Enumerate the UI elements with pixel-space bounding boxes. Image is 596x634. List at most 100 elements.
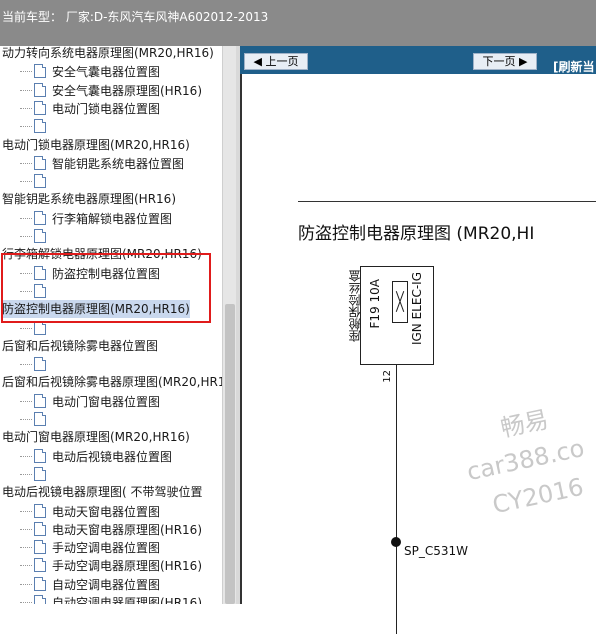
tree-leaf-item[interactable] [20, 227, 52, 245]
document-icon [34, 210, 46, 225]
tree-leaf-item[interactable]: 自动空调电器位置图 [20, 575, 161, 593]
prev-page-label: 上一页 [265, 55, 299, 68]
tree-leaf-item[interactable] [20, 172, 52, 190]
document-icon [34, 595, 46, 604]
tree-item-label: 手动空调电器位置图 [52, 541, 161, 556]
document-tree: 动力转向系统电器原理图(MR20,HR16) 安全气囊电器位置图 安全气囊电器原理图… [0, 46, 222, 604]
prev-arrow-icon: ◀ [253, 55, 266, 68]
tree-scrollbar-thumb[interactable] [225, 304, 235, 604]
fuse-symbol [392, 281, 408, 323]
tree-item-label: 智能钥匙系统电器原理图(HR16) [2, 192, 176, 207]
viewer-toolbar: ◀ 上一页 下一页 ▶ [刷新当 [240, 46, 596, 74]
document-icon [34, 448, 46, 463]
tree-item-label: 行李箱解锁电器位置图 [52, 211, 173, 226]
document-icon [34, 82, 46, 97]
splice-label: SP_C531W [404, 544, 469, 558]
diagram-title: 防盗控制电器原理图 (MR20,HI [298, 224, 535, 244]
refresh-link[interactable]: [刷新当 [553, 58, 595, 75]
tree-item-label: 电动后视镜电器位置图 [52, 449, 173, 464]
document-icon [34, 521, 46, 536]
tree-connector [20, 473, 32, 475]
tree-leaf-item[interactable]: 手动空调电器原理图(HR16) [20, 556, 202, 574]
tree-group-item[interactable]: 智能钥匙系统电器原理图(HR16) [2, 190, 176, 208]
tree-connector [20, 547, 32, 549]
fuse-box-label: 座舱保险丝盒 [348, 270, 362, 342]
document-icon [34, 576, 46, 591]
tree-item-label: 手动空调电器原理图(HR16) [52, 559, 202, 574]
diagram-viewer: ◀ 上一页 下一页 ▶ [刷新当 防盗控制电器原理图 (MR20,HI 座舱保险… [240, 46, 596, 634]
prev-page-button[interactable]: ◀ 上一页 [244, 53, 308, 70]
tree-leaf-item[interactable]: 手动空调电器位置图 [20, 538, 161, 556]
document-icon [34, 174, 46, 189]
tree-connector [20, 602, 32, 603]
tree-leaf-item[interactable]: 电动天窗电器位置图 [20, 502, 160, 520]
watermark-line-3: CY2016 [490, 472, 586, 520]
tree-item-label: 电动门窗电器原理图(MR20,HR16) [2, 430, 190, 445]
document-icon [34, 412, 46, 426]
tree-leaf-item[interactable]: 电动门窗电器位置图 [20, 392, 161, 410]
document-icon [34, 540, 46, 555]
splice-point [391, 537, 401, 547]
tree-leaf-item[interactable] [20, 465, 52, 483]
document-icon [34, 503, 46, 518]
tree-leaf-item[interactable] [20, 410, 52, 428]
tree-leaf-item[interactable]: 电动后视镜电器位置图 [20, 447, 173, 465]
title-divider [298, 201, 596, 202]
next-arrow-icon: ▶ [515, 55, 528, 68]
tree-connector [20, 162, 32, 164]
tree-connector [20, 181, 32, 183]
tree-leaf-item[interactable]: 电动天窗电器原理图(HR16) [20, 520, 202, 538]
next-page-label: 下一页 [482, 55, 516, 68]
tree-leaf-item[interactable]: 智能钥匙系统电器位置图 [20, 154, 185, 172]
document-icon [34, 119, 46, 134]
diagram-canvas: 防盗控制电器原理图 (MR20,HI 座舱保险丝盒 F19 10A IGN EL… [240, 74, 596, 634]
tree-leaf-item[interactable] [20, 117, 52, 135]
tree-connector [20, 236, 32, 237]
document-icon [34, 393, 46, 408]
tree-item-label: 安全气囊电器位置图 [52, 65, 161, 80]
tree-group-item[interactable]: 电动门锁电器原理图(MR20,HR16) [2, 136, 190, 154]
document-icon [34, 357, 46, 372]
tree-connector [20, 583, 32, 585]
tree-leaf-item[interactable] [20, 355, 52, 373]
tree-item-label: 电动天窗电器原理图(HR16) [52, 522, 202, 537]
document-icon [34, 155, 46, 170]
next-page-button[interactable]: 下一页 ▶ [473, 53, 537, 70]
wire-line [396, 364, 397, 634]
document-icon [34, 64, 46, 79]
tree-leaf-item[interactable]: 自动空调电器原理图(HR16) [20, 593, 202, 604]
tree-connector [20, 217, 32, 219]
tree-scrollbar[interactable] [222, 46, 237, 604]
tree-connector [20, 510, 32, 512]
tree-item-label: 电动门锁电器原理图(MR20,HR16) [2, 137, 190, 152]
tree-group-item[interactable]: 后窗和后视镜除雾电器位置图 [2, 337, 158, 355]
tree-item-label: 智能钥匙系统电器位置图 [52, 156, 185, 171]
document-icon [34, 466, 46, 481]
tree-connector [20, 126, 32, 128]
fuse-circuit-label: IGN ELEC-IG [410, 272, 424, 346]
fuse-id-label: F19 10A [368, 279, 382, 329]
tree-group-item[interactable]: 电动后视镜电器原理图( 不带驾驶位置 [2, 483, 203, 501]
watermark-line-1: 畅易 [498, 405, 551, 443]
pin-number: 12 [382, 370, 393, 383]
selection-highlight-box [1, 253, 211, 323]
tree-item-label: 动力转向系统电器原理图(MR20,HR16) [2, 46, 214, 60]
tree-leaf-item[interactable]: 电动门锁电器位置图 [20, 99, 160, 117]
tree-connector [20, 107, 32, 109]
tree-item-label: 电动门窗电器位置图 [52, 394, 161, 409]
tree-leaf-item[interactable]: 安全气囊电器位置图 [20, 62, 161, 80]
document-icon [34, 229, 46, 243]
tree-connector [20, 327, 32, 329]
document-icon [34, 100, 46, 115]
tree-leaf-item[interactable]: 安全气囊电器原理图(HR16) [20, 81, 202, 99]
tree-group-item[interactable]: 后窗和后视镜除雾电器原理图(MR20,HR16) [2, 373, 222, 391]
tree-connector [20, 400, 32, 402]
tree-connector [20, 528, 32, 530]
tree-leaf-item[interactable]: 行李箱解锁电器位置图 [20, 209, 173, 227]
tree-group-item[interactable]: 电动门窗电器原理图(MR20,HR16) [2, 428, 190, 446]
tree-connector [20, 455, 32, 457]
tree-item-label: 自动空调电器位置图 [52, 577, 161, 592]
tree-item-label: 后窗和后视镜除雾电器原理图(MR20,HR16) [2, 375, 222, 390]
vehicle-model-title: 当前车型： 厂家:D-东风汽车风神A602012-2013 [2, 10, 269, 24]
tree-group-item[interactable]: 动力转向系统电器原理图(MR20,HR16) [2, 46, 214, 62]
